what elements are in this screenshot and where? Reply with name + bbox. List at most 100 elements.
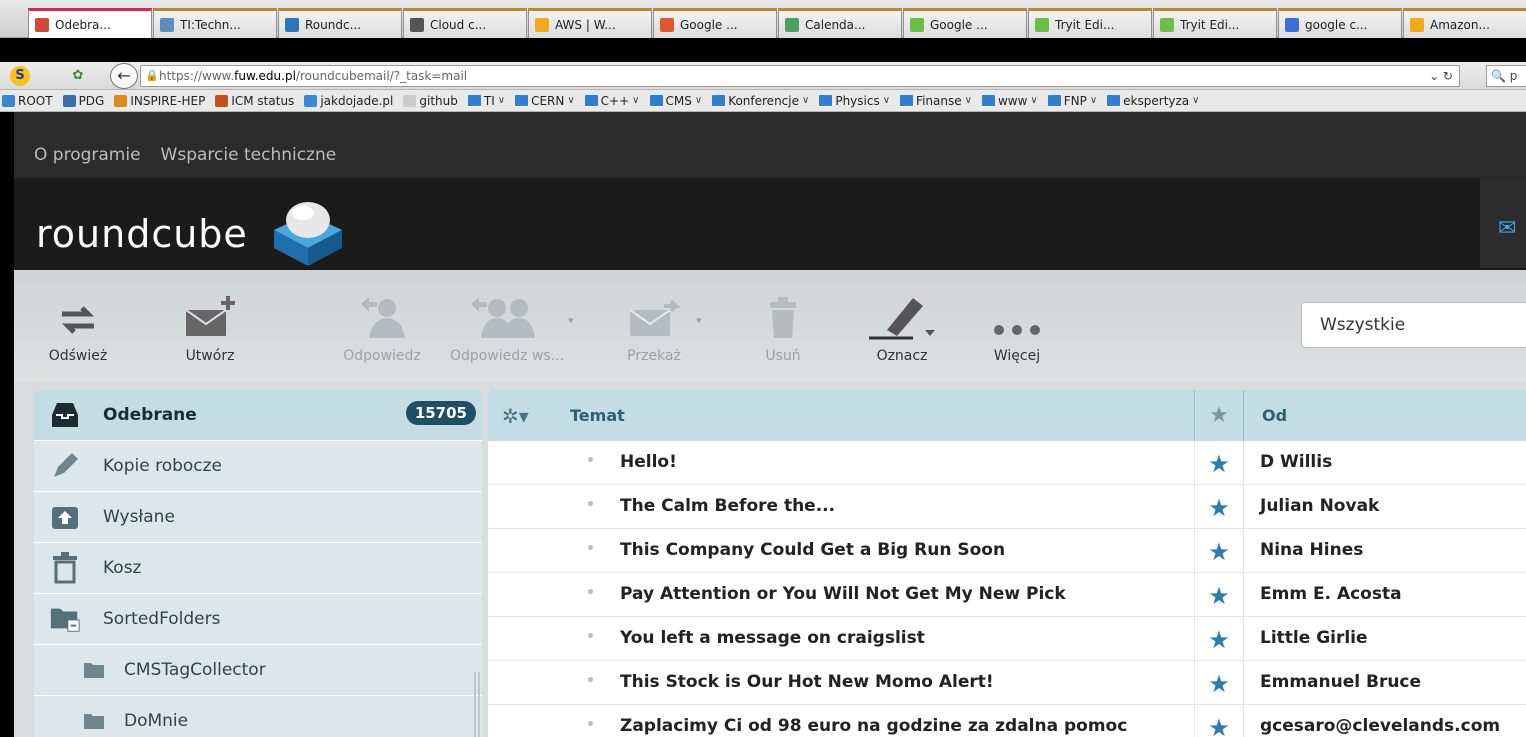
browser-tab[interactable]: google c... [1278, 8, 1402, 38]
bookmark-item[interactable]: ICM status [215, 94, 294, 108]
browser-tab[interactable]: Tryit Edi... [1153, 8, 1277, 38]
flag-star-icon[interactable]: ★ [1194, 705, 1244, 737]
browser-tab-bar: Odebra... TI:Techn... Roundc... Cloud c... A… [0, 0, 1526, 38]
url-dropdown-icon[interactable]: ⌄ ↻ [1429, 66, 1453, 86]
bookmark-folder[interactable]: C++ ∨ [584, 94, 640, 108]
bookmark-folder[interactable]: CERN ∨ [515, 94, 575, 108]
browser-tab[interactable]: Cloud c... [403, 8, 527, 38]
browser-tab[interactable]: Tryit Edi... [1028, 8, 1152, 38]
back-button[interactable]: ← [110, 63, 138, 89]
browser-tab[interactable]: Google ... [903, 8, 1027, 38]
browser-tab[interactable]: TI:Techn... [153, 8, 277, 38]
sync-icon[interactable]: S [10, 66, 30, 86]
flag-star-icon[interactable]: ★ [1194, 485, 1244, 529]
folder-item[interactable]: Odebrane 15705 [34, 390, 482, 441]
tab-label: Amazon... [1430, 17, 1490, 32]
reply-all-button[interactable]: Odpowiedz ws... ▾ [442, 270, 574, 364]
tab-favicon-icon [285, 17, 299, 32]
browser-tab[interactable]: Google ... [653, 8, 777, 38]
message-row[interactable]: • This Stock is Our Hot New Momo Alert! ★ E… [488, 661, 1526, 705]
status-dot-icon[interactable]: • [586, 717, 595, 733]
mail-icon[interactable]: ✉ [1498, 216, 1516, 241]
message-row[interactable]: • The Calm Before the... ★ Julian Novak [488, 485, 1526, 529]
message-row[interactable]: • Pay Attention or You Will Not Get My Ne… [488, 573, 1526, 617]
url-bar[interactable]: 🔒 https://www.fuw.edu.pl/roundcubemail/?_… [140, 65, 1460, 87]
flag-star-icon[interactable]: ★ [1194, 529, 1244, 573]
delete-button[interactable]: Usuń [758, 270, 808, 364]
message-row[interactable]: • This Company Could Get a Big Run Soon ★ N… [488, 529, 1526, 573]
inbox-icon [49, 399, 81, 431]
forward-button[interactable]: Przekaż ▾ [614, 270, 702, 364]
bookmark-folder[interactable]: Finanse ∨ [900, 94, 972, 108]
message-row[interactable]: • Hello! ★ D Willis [488, 441, 1526, 485]
bookmark-item[interactable]: jakdojade.pl [304, 94, 393, 108]
flag-star-icon[interactable]: ★ [1194, 441, 1244, 485]
forward-label: Przekaż [627, 348, 681, 364]
message-row[interactable]: • Zaplacimy Ci od 98 euro na godzine za z… [488, 705, 1526, 737]
from-column-header[interactable]: Od [1262, 406, 1287, 425]
status-dot-icon[interactable]: • [586, 453, 595, 469]
flag-star-icon[interactable]: ★ [1194, 573, 1244, 617]
mark-button[interactable]: Oznacz [864, 270, 940, 364]
bookmark-folder[interactable]: ekspertyza ∨ [1107, 94, 1199, 108]
status-dot-icon[interactable]: • [586, 541, 595, 557]
bookmark-folder[interactable]: FNP ∨ [1047, 94, 1097, 108]
search-input[interactable]: 🔍 p [1486, 65, 1526, 87]
subject-column-header[interactable]: Temat [570, 406, 625, 425]
folder-item[interactable]: DoMnie [34, 696, 482, 737]
about-link[interactable]: O programie [34, 145, 141, 165]
status-dot-icon[interactable]: • [586, 673, 595, 689]
message-list-header: ✲▾ Temat ★ Od [488, 390, 1526, 441]
bookmark-folder[interactable]: Konferencje ∨ [712, 94, 809, 108]
flag-star-icon[interactable]: ★ [1194, 617, 1244, 661]
folder-item[interactable]: CMSTagCollector [34, 645, 482, 696]
status-dot-icon[interactable]: • [586, 585, 595, 601]
folder-label: Kosz [103, 558, 142, 578]
bookmark-label: www [997, 93, 1028, 108]
folder-item[interactable]: Kopie robocze [34, 441, 482, 492]
message-from: Julian Novak [1260, 496, 1380, 516]
addon-icon[interactable]: ✿ [68, 66, 88, 86]
bookmark-favicon-icon [304, 94, 318, 107]
chevron-down-icon: ∨ [882, 95, 891, 106]
message-from: Little Girlie [1260, 628, 1368, 648]
list-options-gear-icon[interactable]: ✲▾ [488, 404, 568, 428]
message-subject: Pay Attention or You Will Not Get My New… [620, 584, 1066, 604]
browser-tab[interactable]: AWS | W... [528, 8, 652, 38]
browser-tab[interactable]: Odebra... [28, 8, 152, 38]
bookmark-folder[interactable]: CMS ∨ [649, 94, 703, 108]
folder-item[interactable]: Wysłane [34, 492, 482, 543]
forward-dropdown-icon[interactable]: ▾ [696, 314, 702, 327]
bookmark-folder[interactable]: Physics ∨ [819, 94, 890, 108]
browser-tab[interactable]: Roundc... [278, 8, 402, 38]
browser-tab[interactable]: Amazon... [1403, 8, 1526, 38]
tab-favicon-icon [1285, 17, 1299, 32]
message-row[interactable]: • You left a message on craigslist ★ Little… [488, 617, 1526, 661]
flag-star-icon[interactable]: ★ [1194, 661, 1244, 705]
folder-item[interactable]: SortedFolders [34, 594, 482, 645]
support-link[interactable]: Wsparcie techniczne [161, 145, 337, 165]
roundcube-logo-icon [270, 190, 346, 272]
filter-select[interactable]: Wszystkie [1301, 302, 1526, 348]
flag-column-star-icon[interactable]: ★ [1194, 390, 1244, 441]
status-dot-icon[interactable]: • [586, 497, 595, 513]
bookmark-item[interactable]: ROOT [2, 94, 53, 108]
reply-button[interactable]: Odpowiedz [334, 270, 430, 364]
browser-tab[interactable]: Calenda... [778, 8, 902, 38]
reply-all-dropdown-icon[interactable]: ▾ [568, 314, 574, 327]
more-button[interactable]: Więcej [982, 270, 1052, 364]
compose-button[interactable]: Utwórz [180, 270, 240, 364]
folder-icon [78, 705, 110, 737]
chevron-down-icon: ∨ [694, 95, 703, 106]
folder-item[interactable]: Kosz [34, 543, 482, 594]
refresh-button[interactable]: Odśwież [48, 270, 108, 364]
status-dot-icon[interactable]: • [586, 629, 595, 645]
bookmark-folder[interactable]: TI ∨ [467, 94, 505, 108]
folder-icon [1107, 94, 1121, 107]
bookmark-item[interactable]: github [403, 94, 458, 108]
bookmark-item[interactable]: INSPIRE-HEP [114, 94, 205, 108]
tab-label: TI:Techn... [180, 17, 241, 32]
bookmark-folder[interactable]: www ∨ [981, 93, 1038, 108]
folder-list-resize-handle[interactable] [474, 672, 480, 737]
bookmark-item[interactable]: PDG [62, 94, 104, 108]
